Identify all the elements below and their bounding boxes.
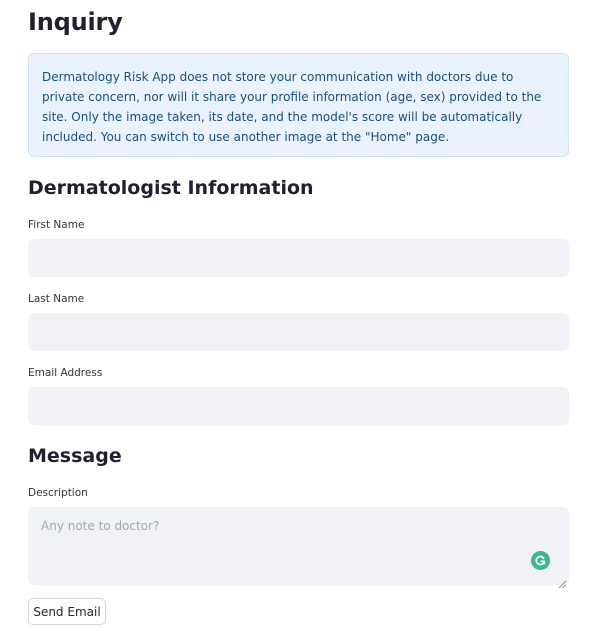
privacy-notice-text: Dermatology Risk App does not store your…: [42, 70, 542, 144]
inquiry-page: Inquiry Dermatology Risk App does not st…: [0, 0, 600, 640]
email-address-input[interactable]: [28, 387, 569, 425]
resize-handle-icon[interactable]: [558, 574, 567, 589]
page-title: Inquiry: [28, 8, 123, 36]
send-email-button[interactable]: Send Email: [28, 598, 106, 625]
first-name-input[interactable]: [28, 239, 569, 277]
first-name-label: First Name: [28, 219, 85, 231]
description-textarea[interactable]: [28, 507, 569, 585]
grammarly-icon[interactable]: [531, 551, 550, 570]
email-address-label: Email Address: [28, 367, 103, 379]
dermatologist-section-heading: Dermatologist Information: [28, 177, 314, 199]
description-label: Description: [28, 487, 88, 499]
privacy-notice: Dermatology Risk App does not store your…: [28, 53, 569, 157]
message-section-heading: Message: [28, 445, 122, 467]
last-name-label: Last Name: [28, 293, 85, 305]
last-name-input[interactable]: [28, 313, 569, 351]
